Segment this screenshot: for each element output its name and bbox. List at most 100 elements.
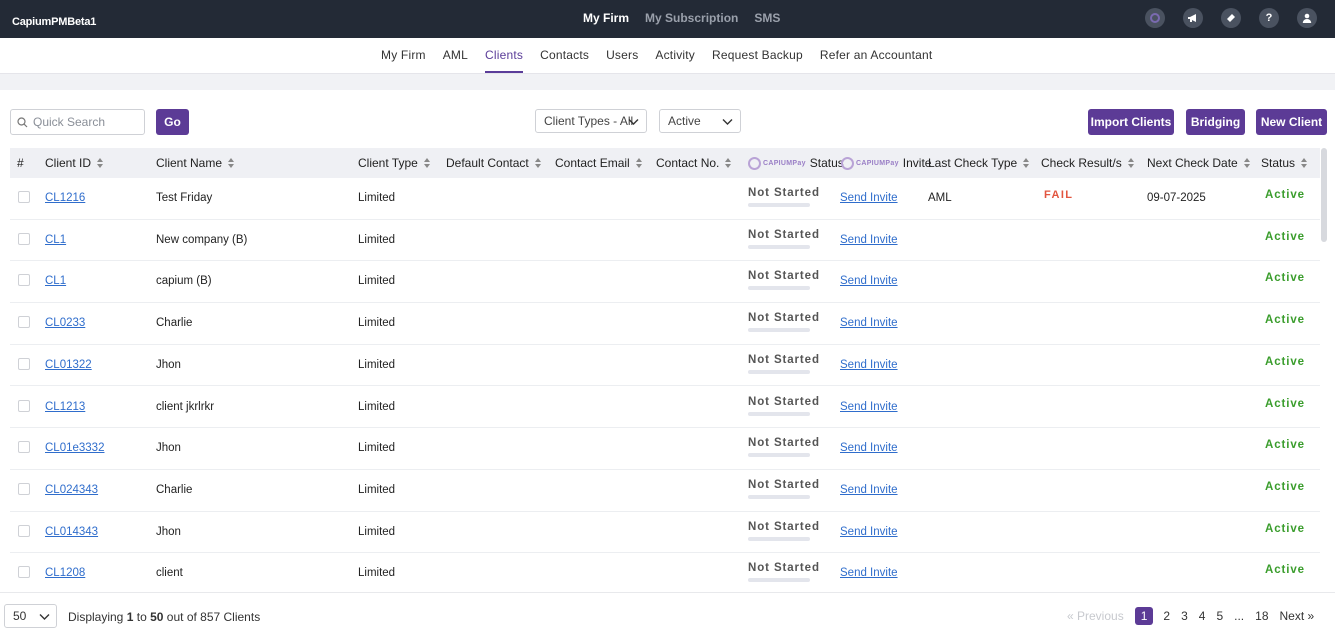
sort-icon[interactable] [97,157,104,169]
topnav-my-firm[interactable]: My Firm [583,11,629,25]
capiumpay-status: Not Started [748,479,819,499]
col-contact-no[interactable]: Contact No. [656,156,732,170]
send-invite-link[interactable]: Send Invite [840,275,898,287]
col-contact-email[interactable]: Contact Email [555,156,643,170]
capium-logo-icon[interactable] [1145,8,1165,28]
subnav-contacts[interactable]: Contacts [540,48,589,62]
bridging-button[interactable]: Bridging [1186,109,1245,135]
page-link[interactable]: 5 [1216,609,1223,623]
sort-icon[interactable] [534,157,542,169]
sort-icon[interactable] [635,157,643,169]
page-link[interactable]: 3 [1181,609,1188,623]
table-row[interactable]: CL1 New company (B) Limited Not Started Send… [10,220,1320,262]
page-size-select[interactable]: 50 [4,604,57,628]
subnav-refer-accountant[interactable]: Refer an Accountant [820,48,933,62]
client-id-link[interactable]: CL1213 [45,401,85,413]
sub-nav-items: My Firm AML Clients Contacts Users Activ… [381,48,949,73]
subnav-clients[interactable]: Clients [485,48,524,73]
status-select[interactable]: Active [659,109,741,133]
table-row[interactable]: CL1213 client jkrlrkr Limited Not Started Se… [10,387,1320,429]
page-link[interactable]: 4 [1199,609,1206,623]
capiumpay-status: Not Started [748,437,819,458]
table-row[interactable]: CL014343 Jhon Limited Not Started Send Invit… [10,512,1320,554]
sort-icon[interactable] [1023,157,1030,169]
row-checkbox[interactable] [18,441,30,454]
send-invite-link[interactable]: Send Invite [840,359,898,371]
row-checkbox[interactable] [18,524,30,537]
next-check-date: 09-07-2025 [1147,192,1206,204]
send-invite-link[interactable]: Send Invite [840,317,898,329]
client-id-link[interactable]: CL1 [45,275,66,287]
send-invite-link[interactable]: Send Invite [840,234,898,246]
table-row[interactable]: CL0233 Charlie Limited Not Started Send Invi… [10,303,1320,345]
col-status[interactable]: Status [1261,156,1308,170]
subnav-my-firm[interactable]: My Firm [381,48,426,62]
row-checkbox[interactable] [18,482,30,495]
topnav-my-subscription[interactable]: My Subscription [645,11,738,25]
table-row[interactable]: CL01322 Jhon Limited Not Started Send Invite… [10,345,1320,387]
table-row[interactable]: CL1216 Test Friday Limited Not Started Send … [10,178,1320,220]
send-invite-link[interactable]: Send Invite [840,567,898,579]
subnav-users[interactable]: Users [606,48,638,62]
page-link[interactable]: 18 [1255,609,1268,623]
client-id-link[interactable]: CL01322 [45,359,92,371]
previous-page-link[interactable]: « Previous [1067,609,1124,623]
client-id-link[interactable]: CL1208 [45,567,85,579]
quick-search[interactable] [10,109,145,135]
col-last-check-type[interactable]: Last Check Type [928,156,1030,170]
status-badge: Active [1265,397,1305,410]
send-invite-link[interactable]: Send Invite [840,192,898,204]
subnav-activity[interactable]: Activity [655,48,695,62]
sort-icon[interactable] [228,157,235,169]
sort-icon[interactable] [1243,157,1251,169]
send-invite-link[interactable]: Send Invite [840,401,898,413]
row-checkbox[interactable] [18,232,30,245]
client-id-link[interactable]: CL024343 [45,484,98,496]
send-invite-link[interactable]: Send Invite [840,526,898,538]
help-icon[interactable]: ? [1259,8,1279,28]
sort-icon[interactable] [1301,157,1308,169]
table-row[interactable]: CL1208 client Limited Not Started Send Invit… [10,553,1320,592]
client-id-link[interactable]: CL014343 [45,526,98,538]
table-row[interactable]: CL024343 Charlie Limited Not Started Send In… [10,470,1320,512]
table-row[interactable]: CL01e3332 Jhon Limited Not Started Send Invi… [10,428,1320,470]
next-page-link[interactable]: Next » [1280,609,1315,623]
subnav-request-backup[interactable]: Request Backup [712,48,803,62]
megaphone-icon[interactable] [1183,8,1203,28]
row-checkbox[interactable] [18,566,30,579]
client-id-link[interactable]: CL01e3332 [45,442,104,454]
user-icon[interactable] [1297,8,1317,28]
ticket-icon[interactable] [1221,8,1241,28]
new-client-button[interactable]: New Client [1256,109,1327,135]
client-id-link[interactable]: CL1216 [45,192,85,204]
row-checkbox[interactable] [18,399,30,412]
send-invite-link[interactable]: Send Invite [840,442,898,454]
subnav-aml[interactable]: AML [443,48,468,62]
sort-icon[interactable] [423,157,431,169]
col-client-name[interactable]: Client Name [156,156,235,170]
topnav-sms[interactable]: SMS [754,11,780,25]
page-link[interactable]: 2 [1163,609,1170,623]
table-row[interactable]: CL1 capium (B) Limited Not Started Send Invi… [10,261,1320,304]
client-types-select[interactable]: Client Types - All [535,109,647,133]
col-client-id[interactable]: Client ID [45,156,104,170]
col-check-result[interactable]: Check Result/s [1041,156,1135,170]
send-invite-link[interactable]: Send Invite [840,484,898,496]
sort-icon[interactable] [1127,157,1135,169]
row-checkbox[interactable] [18,357,30,370]
import-clients-button[interactable]: Import Clients [1088,109,1174,135]
status-badge: Active [1265,522,1305,535]
vertical-scrollbar[interactable] [1321,148,1327,242]
sort-icon[interactable] [725,157,732,169]
go-button[interactable]: Go [156,109,189,135]
row-checkbox[interactable] [18,274,30,287]
col-default-contact[interactable]: Default Contact [446,156,542,170]
row-checkbox[interactable] [18,316,30,329]
client-id-link[interactable]: CL1 [45,234,66,246]
page-link[interactable]: 1 [1134,607,1154,625]
row-checkbox[interactable] [18,191,30,203]
col-next-check-date[interactable]: Next Check Date [1147,156,1251,170]
col-client-type[interactable]: Client Type [358,156,431,170]
search-input[interactable] [33,114,141,130]
client-id-link[interactable]: CL0233 [45,317,85,329]
